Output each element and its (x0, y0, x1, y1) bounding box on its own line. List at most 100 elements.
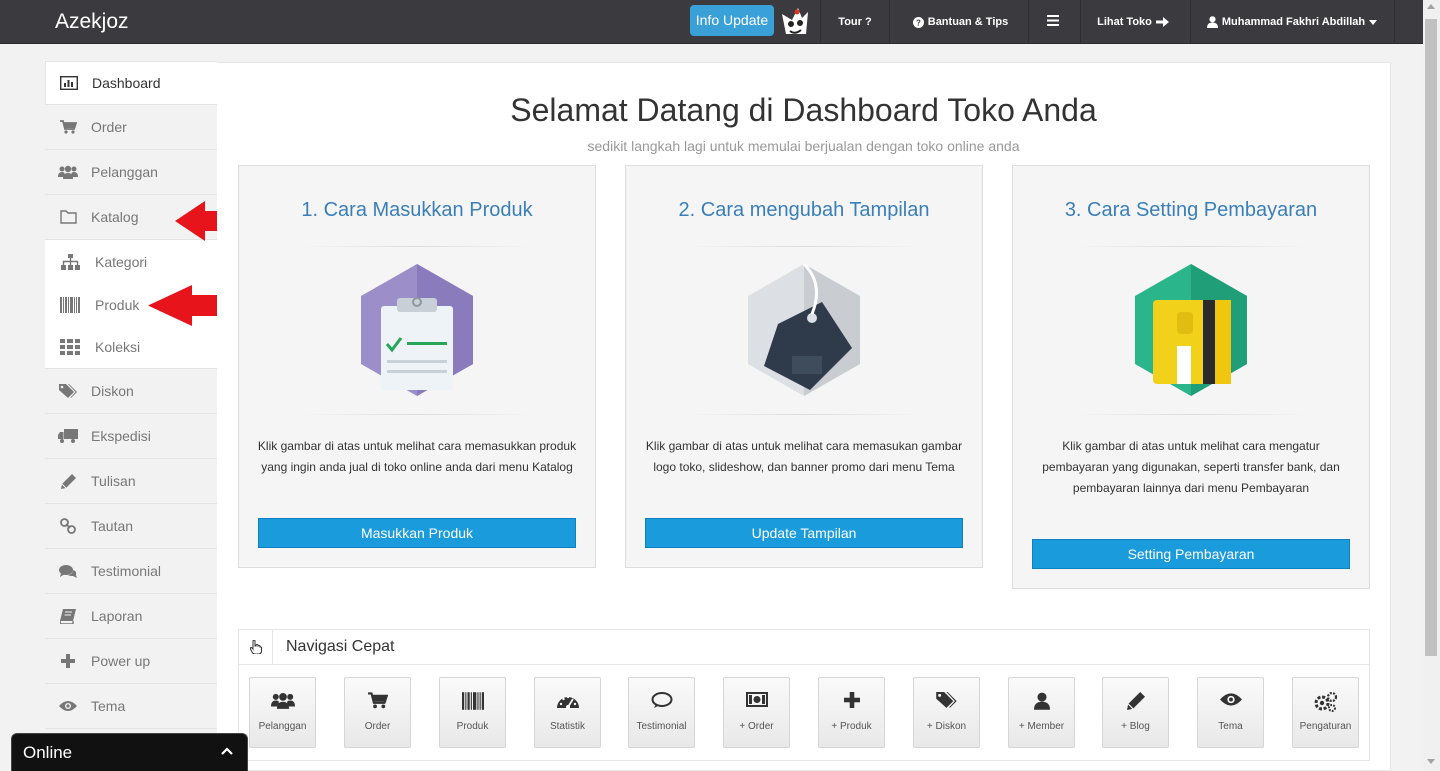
tour-link[interactable]: Tour ? (822, 0, 888, 44)
sidebar-item-testimonial[interactable]: Testimonial (45, 549, 217, 594)
credit-card-hexagon-icon[interactable] (1131, 264, 1251, 396)
link-icon (45, 518, 91, 534)
card-payment-setting: 3. Cara Setting Pembayaran Klik gambar d… (1012, 165, 1370, 589)
quick-nav-testimonial[interactable]: Testimonial (628, 677, 695, 748)
sidebar-item-label: Ekspedisi (91, 428, 151, 444)
quick-nav-label: + Diskon (926, 721, 967, 732)
quick-nav-statistik[interactable]: Statistik (534, 677, 601, 748)
user-menu[interactable]: Muhammad Fakhri Abdillah (1191, 0, 1393, 44)
quick-nav-label: Order (364, 721, 391, 732)
sidebar-item-label: Laporan (91, 608, 143, 624)
quick-nav-add-member[interactable]: + Member (1008, 677, 1075, 748)
sidebar-item-label: Katalog (91, 209, 139, 225)
sidebar-item-tema[interactable]: Tema (45, 684, 217, 729)
caret-down-icon (1369, 19, 1378, 25)
book-icon (45, 608, 91, 624)
help-label: Bantuan & Tips (927, 16, 1009, 28)
tag-hexagon-icon[interactable] (744, 264, 864, 396)
sidebar-item-ekspedisi[interactable]: Ekspedisi (45, 414, 217, 459)
quick-nav-label: Tema (1218, 721, 1243, 732)
sidebar-item-power-up[interactable]: Power up (45, 639, 217, 684)
card-title: 1. Cara Masukkan Produk (301, 199, 533, 221)
sidebar-item-label: Power up (91, 653, 151, 669)
sidebar-item-kategori[interactable]: Kategori (45, 240, 217, 283)
quick-nav-label: Pengaturan (1299, 721, 1352, 732)
comment-icon (629, 692, 694, 709)
arrow-right-icon (1155, 17, 1169, 27)
mascot-icon[interactable] (778, 4, 812, 40)
tags-icon (45, 383, 91, 399)
quick-nav-order[interactable]: Order (344, 677, 411, 748)
top-bar: Azekjoz Info Update Tour ? ? Bantuan & T… (0, 0, 1423, 44)
money-icon (724, 692, 789, 707)
comments-icon (45, 564, 91, 579)
card-description: Klik gambar di atas untuk melihat cara m… (645, 439, 963, 474)
quick-nav-pelanggan[interactable]: Pelanggan (249, 677, 316, 748)
payment-setting-button[interactable]: Setting Pembayaran (1032, 539, 1350, 569)
dashboard-icon (535, 692, 600, 710)
quick-nav-add-order[interactable]: + Order (723, 677, 790, 748)
quick-nav-label: + Blog (1121, 721, 1150, 732)
sidebar-item-diskon[interactable]: Diskon (45, 369, 217, 414)
quick-nav-add-diskon[interactable]: + Diskon (913, 677, 980, 748)
sidebar-item-order[interactable]: Order (45, 105, 217, 150)
add-product-button[interactable]: Masukkan Produk (258, 518, 576, 548)
info-update-button[interactable]: Info Update (690, 5, 774, 36)
quick-nav-label: + Member (1018, 721, 1065, 732)
quick-nav-panel: Navigasi Cepat Pelanggan Order Produk St… (238, 629, 1370, 761)
sidebar: Dashboard Order Pelanggan Katalog Katego… (45, 61, 217, 729)
question-circle-icon: ? (912, 16, 924, 28)
pencil-icon (45, 473, 91, 489)
svg-text:?: ? (916, 18, 921, 27)
update-theme-button[interactable]: Update Tampilan (645, 518, 963, 548)
scroll-down-arrow-icon[interactable] (1427, 759, 1435, 764)
quick-nav-add-produk[interactable]: + Produk (818, 677, 885, 748)
users-icon (250, 692, 315, 709)
divider (299, 414, 535, 415)
card-title: 3. Cara Setting Pembayaran (1064, 199, 1318, 221)
sidebar-item-laporan[interactable]: Laporan (45, 594, 217, 639)
scroll-up-arrow-icon[interactable] (1427, 4, 1435, 9)
cogs-icon (1293, 692, 1358, 712)
user-name: Muhammad Fakhri Abdillah (1221, 16, 1366, 28)
clipboard-hexagon-icon[interactable] (357, 264, 477, 396)
grid-icon (45, 339, 95, 355)
tags-icon (914, 692, 979, 709)
sitemap-icon (45, 253, 95, 270)
help-link[interactable]: ? Bantuan & Tips (890, 0, 1027, 44)
users-icon (45, 165, 91, 179)
sidebar-item-tautan[interactable]: Tautan (45, 504, 217, 549)
eye-icon (45, 700, 91, 712)
sidebar-item-label: Diskon (91, 383, 134, 399)
page-title: Selamat Datang di Dashboard Toko Anda (510, 92, 1097, 128)
card-title: 2. Cara mengubah Tampilan (678, 199, 930, 221)
page-subtitle: sedikit langkah lagi untuk memulai berju… (587, 138, 1020, 154)
bar-chart-icon (46, 76, 92, 90)
sidebar-item-pelanggan[interactable]: Pelanggan (45, 150, 217, 195)
online-chat-widget[interactable]: Online (11, 733, 248, 771)
user-icon (1009, 692, 1074, 710)
sidebar-item-label: Order (91, 119, 127, 135)
chevron-up-icon[interactable] (221, 747, 233, 755)
quick-nav-tema[interactable]: Tema (1197, 677, 1264, 748)
barcode-icon (45, 296, 95, 313)
tour-label: Tour ? (838, 16, 872, 28)
card-description: Klik gambar di atas untuk melihat cara m… (257, 439, 577, 474)
sidebar-item-label: Koleksi (95, 339, 141, 355)
folder-icon (45, 210, 91, 224)
sidebar-item-tulisan[interactable]: Tulisan (45, 459, 217, 504)
sidebar-item-dashboard[interactable]: Dashboard (45, 61, 217, 105)
card-add-product: 1. Cara Masukkan Produk Klik gambar di a… (238, 165, 596, 568)
sidebar-item-koleksi[interactable]: Koleksi (45, 326, 217, 369)
quick-nav-pengaturan[interactable]: Pengaturan (1292, 677, 1359, 748)
menu-toggle[interactable] (1029, 0, 1077, 44)
plus-icon (45, 654, 91, 668)
quick-nav-add-blog[interactable]: + Blog (1102, 677, 1169, 748)
scrollbar-thumb[interactable] (1425, 19, 1437, 656)
sidebar-item-label: Dashboard (92, 75, 161, 91)
sidebar-item-label: Kategori (95, 253, 148, 270)
brand-logo[interactable]: Azekjoz (55, 10, 129, 34)
quick-nav-produk[interactable]: Produk (439, 677, 506, 748)
quick-nav-label: + Produk (831, 721, 872, 732)
view-store-link[interactable]: Lihat Toko (1081, 0, 1189, 44)
